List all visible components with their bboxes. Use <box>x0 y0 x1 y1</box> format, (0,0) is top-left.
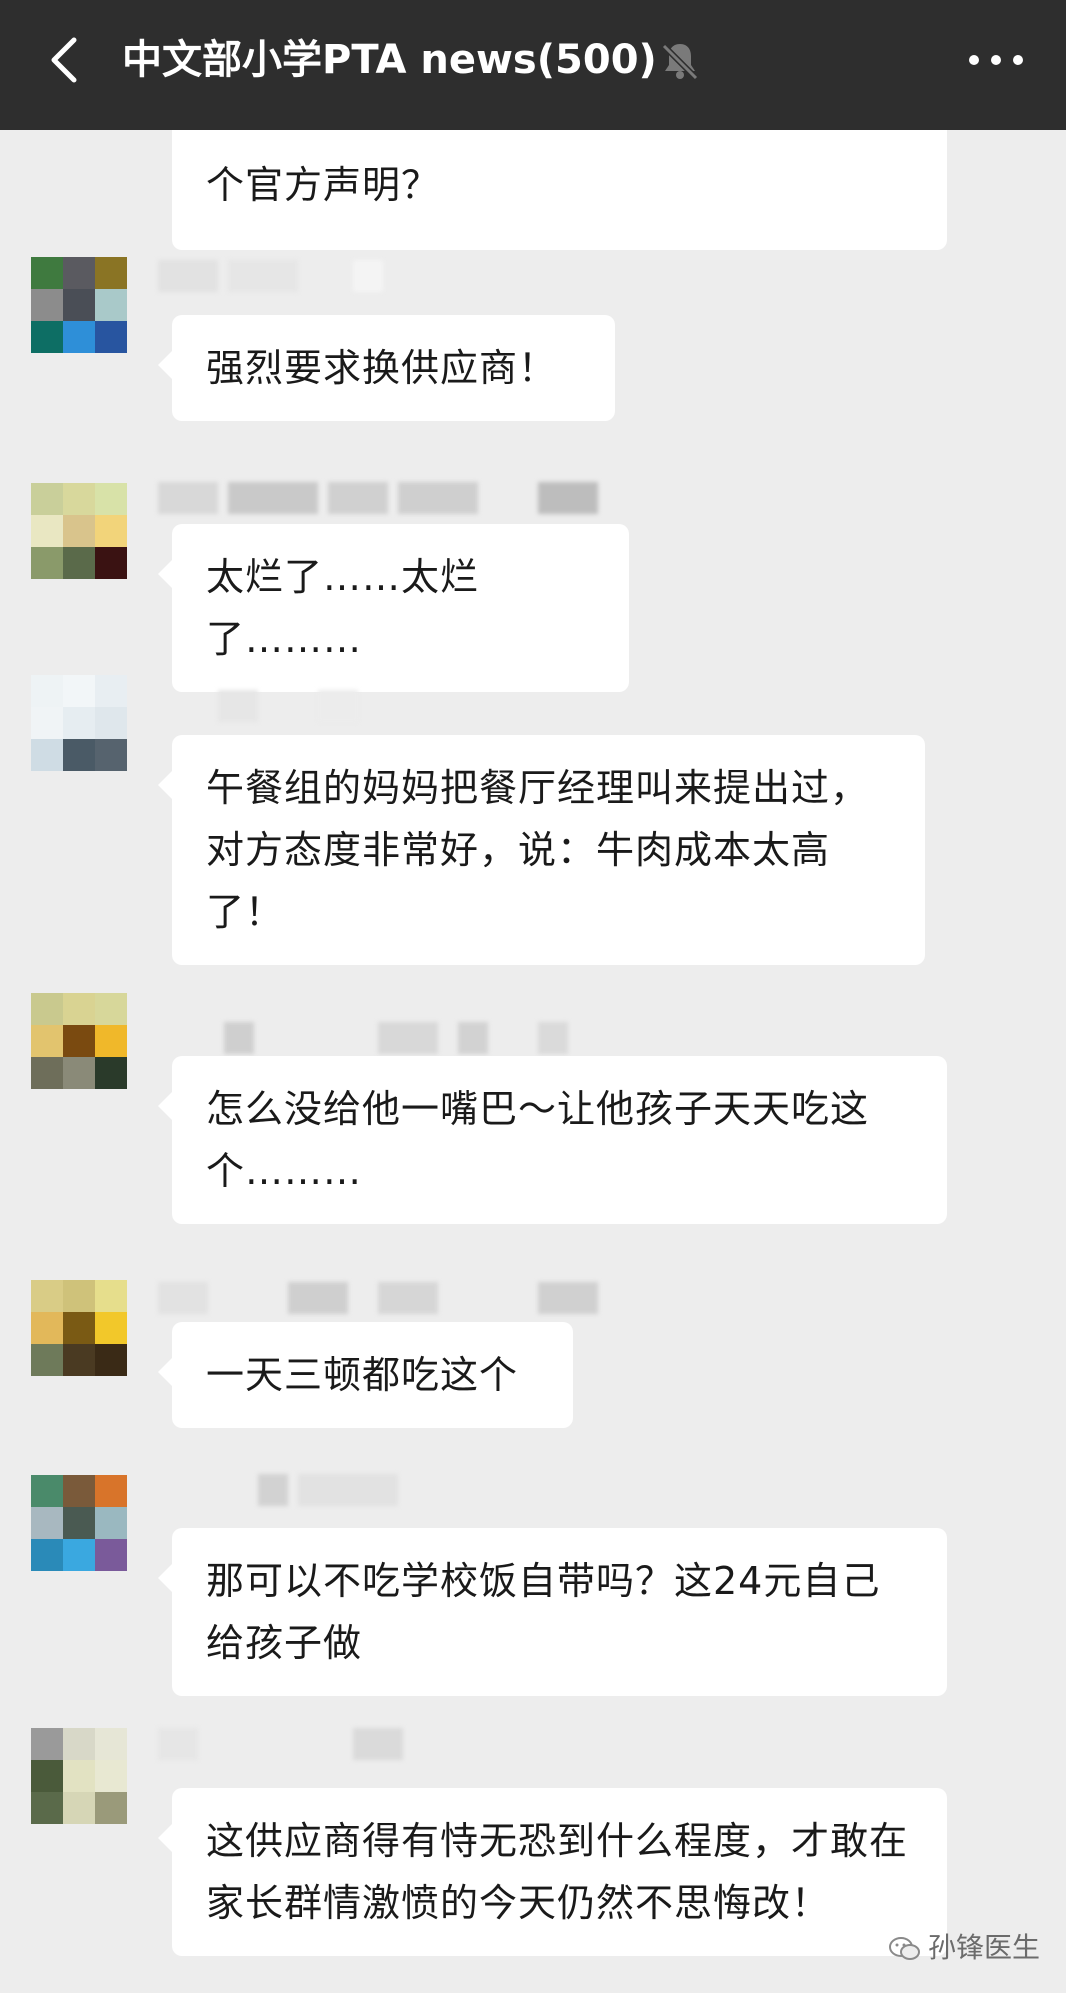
top-bar: 中文部小学PTA news(500) <box>0 0 1066 130</box>
message-text: 一天三顿都吃这个 <box>206 1353 519 1397</box>
message-bubble[interactable]: 这供应商得有恃无恐到什么程度，才敢在家长群情激愤的今天仍然不思悔改！ <box>158 1788 947 1956</box>
message-text: 那可以不吃学校饭自带吗？这24元自己给孩子做 <box>206 1559 881 1665</box>
message-text: 个官方声明？ <box>206 163 441 207</box>
avatar[interactable] <box>31 1475 127 1571</box>
message-text: 太烂了……太烂了……… <box>206 555 480 661</box>
more-dots-icon <box>969 55 1023 65</box>
message-text: 强烈要求换供应商！ <box>206 346 558 390</box>
message-bubble[interactable]: 强烈要求换供应商！ <box>158 315 615 421</box>
avatar[interactable] <box>31 1280 127 1376</box>
watermark-text: 孙锋医生 <box>928 1931 1041 1964</box>
avatar[interactable] <box>31 1728 127 1824</box>
watermark: 孙锋医生 <box>888 1928 1040 1968</box>
sender-name-blurred <box>158 1282 678 1314</box>
message-bubble[interactable]: 午餐组的妈妈把餐厅经理叫来提出过，对方态度非常好，说：牛肉成本太高了！ <box>158 735 925 965</box>
message-bubble[interactable]: 太烂了……太烂了……… <box>158 524 629 692</box>
sender-name-blurred <box>158 690 678 722</box>
sender-name-blurred <box>158 1728 678 1760</box>
message-bubble[interactable]: 个官方声明？ <box>172 130 947 250</box>
sender-name-blurred <box>158 1474 678 1506</box>
wechat-icon <box>889 1937 920 1960</box>
message-text: 怎么没给他一嘴巴～让他孩子天天吃这个……… <box>206 1087 870 1193</box>
message-bubble[interactable]: 那可以不吃学校饭自带吗？这24元自己给孩子做 <box>158 1528 947 1696</box>
message-text: 午餐组的妈妈把餐厅经理叫来提出过，对方态度非常好，说：牛肉成本太高了！ <box>206 766 870 934</box>
avatar[interactable] <box>31 993 127 1089</box>
avatar[interactable] <box>31 257 127 353</box>
message-bubble[interactable]: 一天三顿都吃这个 <box>158 1322 573 1428</box>
message-text: 这供应商得有恃无恐到什么程度，才敢在家长群情激愤的今天仍然不思悔改！ <box>206 1819 909 1925</box>
sender-name-blurred <box>158 482 678 514</box>
avatar[interactable] <box>31 675 127 771</box>
avatar[interactable] <box>31 483 127 579</box>
bell-off-icon <box>661 43 699 81</box>
message-bubble[interactable]: 怎么没给他一嘴巴～让他孩子天天吃这个……… <box>158 1056 947 1224</box>
chevron-left-icon <box>51 37 77 83</box>
more-options-button[interactable] <box>960 36 1032 84</box>
back-button[interactable] <box>38 30 98 90</box>
message-list[interactable]: 个官方声明？ 强烈要求换供应商！ 太烂了……太烂了……… 午餐组的妈妈把餐厅经理… <box>0 130 1066 1993</box>
sender-name-blurred <box>158 260 678 292</box>
chat-title: 中文部小学PTA news(500) <box>122 37 657 83</box>
sender-name-blurred <box>158 1022 678 1054</box>
